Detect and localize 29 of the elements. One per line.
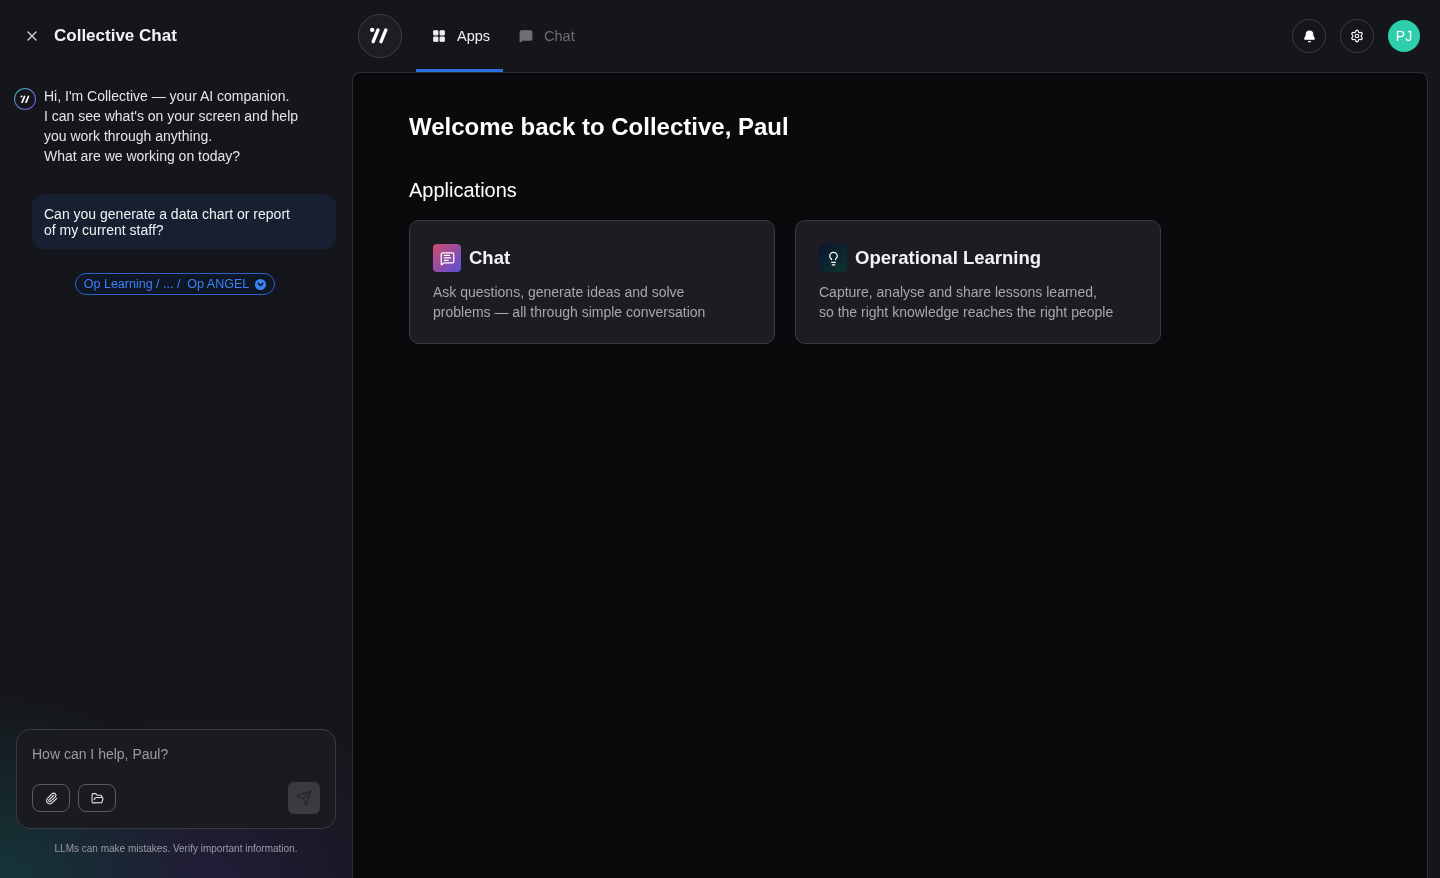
send-icon — [296, 790, 312, 806]
app-title: Operational Learning — [855, 247, 1042, 269]
nav-tab[interactable]: Apps — [416, 0, 504, 72]
app-description: Ask questions, generate ideas and solve problems — all through simple conversation — [433, 283, 707, 322]
folder-icon — [90, 791, 104, 805]
disclaimer: LLMs can make mistakes. Verify important information. — [53, 842, 299, 856]
context-chip[interactable]: Op Learning / ... / Op ANGEL — [74, 273, 276, 295]
paperclip-icon — [44, 791, 58, 805]
chat-bubble-icon — [519, 29, 534, 43]
settings-icon — [1350, 29, 1364, 43]
app-title: Chat — [469, 247, 511, 269]
app-description: Capture, analyse and share lessons learned, so the right knowledge reaches the right people — [819, 283, 1115, 322]
nav-tab[interactable]: Chat — [503, 0, 588, 72]
message-input[interactable]: How can I help, Paul? — [32, 746, 320, 762]
logo[interactable] — [358, 14, 402, 58]
assistant-message: Hi, I'm Collective — your AI companion. I can see what's on your screen and help you work through anything. What are we working on today? — [44, 87, 299, 166]
app-card[interactable]: Operational Learning Capture, analyse and share lessons learned, so the right knowledge reaches the right people — [795, 220, 1161, 344]
logo-icon — [19, 94, 31, 104]
sidebar-title: Collective Chat — [54, 26, 177, 46]
grid-icon — [432, 29, 446, 43]
attach-button[interactable] — [32, 784, 70, 812]
folder-button[interactable] — [78, 784, 116, 812]
user-message: Can you generate a data chart or report of my current staff? — [32, 194, 336, 249]
section-heading: Applications — [409, 179, 518, 202]
app-card[interactable]: Chat Ask questions, generate ideas and solve problems — all through simple conversation — [409, 220, 775, 344]
chevron-down-icon — [255, 278, 267, 290]
chat-bubble-icon — [439, 250, 455, 266]
bell-icon — [1302, 29, 1316, 43]
welcome-heading: Welcome back to Collective, Paul — [409, 113, 790, 141]
